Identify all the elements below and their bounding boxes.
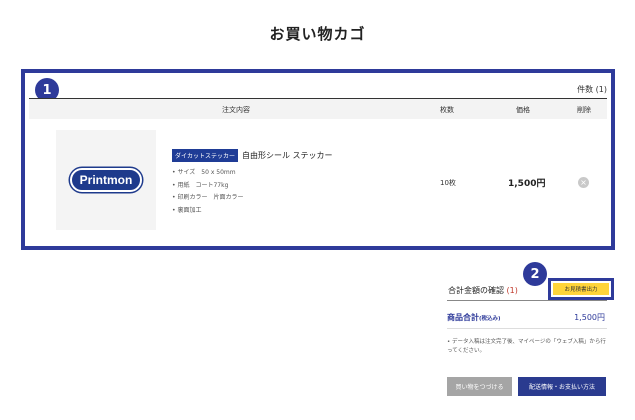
product-title-row: ダイカットステッカー 自由形シール ステッカー (172, 149, 412, 162)
item-quantity: 10枚 (440, 179, 456, 187)
spec-list: サイズ 50 x 50mm 用紙 コート77kg 印刷カラー 片面カラー 裏面加… (172, 167, 412, 217)
spec-paper: 用紙 コート77kg (172, 180, 412, 193)
subtotal-value: 1,500円 (574, 313, 605, 322)
header-delete: 削除 (577, 106, 591, 114)
continue-shopping-button[interactable]: 買い物をつづける (447, 377, 512, 396)
quote-button[interactable]: お見積書出力 (553, 283, 609, 295)
upload-notice: データ入稿は注文完了後、マイページの「ウェブ入稿」から行ってください。 (447, 338, 609, 356)
subtotal-label: 商品合計(税込み) (447, 312, 501, 323)
header-quantity: 枚数 (440, 106, 454, 114)
summary-title: 合計金額の確認 (1) (448, 285, 518, 296)
cart-table-header: 注文内容 枚数 価格 削除 (29, 99, 607, 119)
product-info: ダイカットステッカー 自由形シール ステッカー サイズ 50 x 50mm 用紙… (172, 149, 412, 217)
spec-color: 印刷カラー 片面カラー (172, 192, 412, 205)
delete-icon[interactable]: × (578, 177, 589, 188)
product-name[interactable]: 自由形シール ステッカー (242, 150, 333, 161)
product-thumbnail[interactable]: Printmon (56, 130, 156, 230)
item-count: 件数 (1) (577, 84, 607, 95)
header-price: 価格 (516, 106, 530, 114)
subtotal-divider (447, 328, 607, 329)
printmon-logo: Printmon (69, 168, 143, 192)
summary-divider (447, 300, 607, 301)
category-tag: ダイカットステッカー (172, 149, 239, 162)
header-content: 注文内容 (222, 106, 250, 114)
step-badge-2: 2 (523, 262, 547, 286)
summary-count: (1) (506, 286, 518, 295)
page-title: お買い物カゴ (269, 25, 366, 43)
subtotal-label-text: 商品合計 (447, 313, 479, 322)
item-count-label: 件数 (577, 85, 594, 94)
checkout-button[interactable]: 配送情報・お支払い方法 (518, 377, 606, 396)
item-price: 1,500円 (508, 179, 546, 189)
tax-note: (税込み) (479, 316, 501, 322)
spec-back: 裏面加工 (172, 205, 412, 218)
summary-title-text: 合計金額の確認 (448, 286, 504, 295)
spec-size: サイズ 50 x 50mm (172, 167, 412, 180)
item-count-value: (1) (595, 85, 607, 94)
